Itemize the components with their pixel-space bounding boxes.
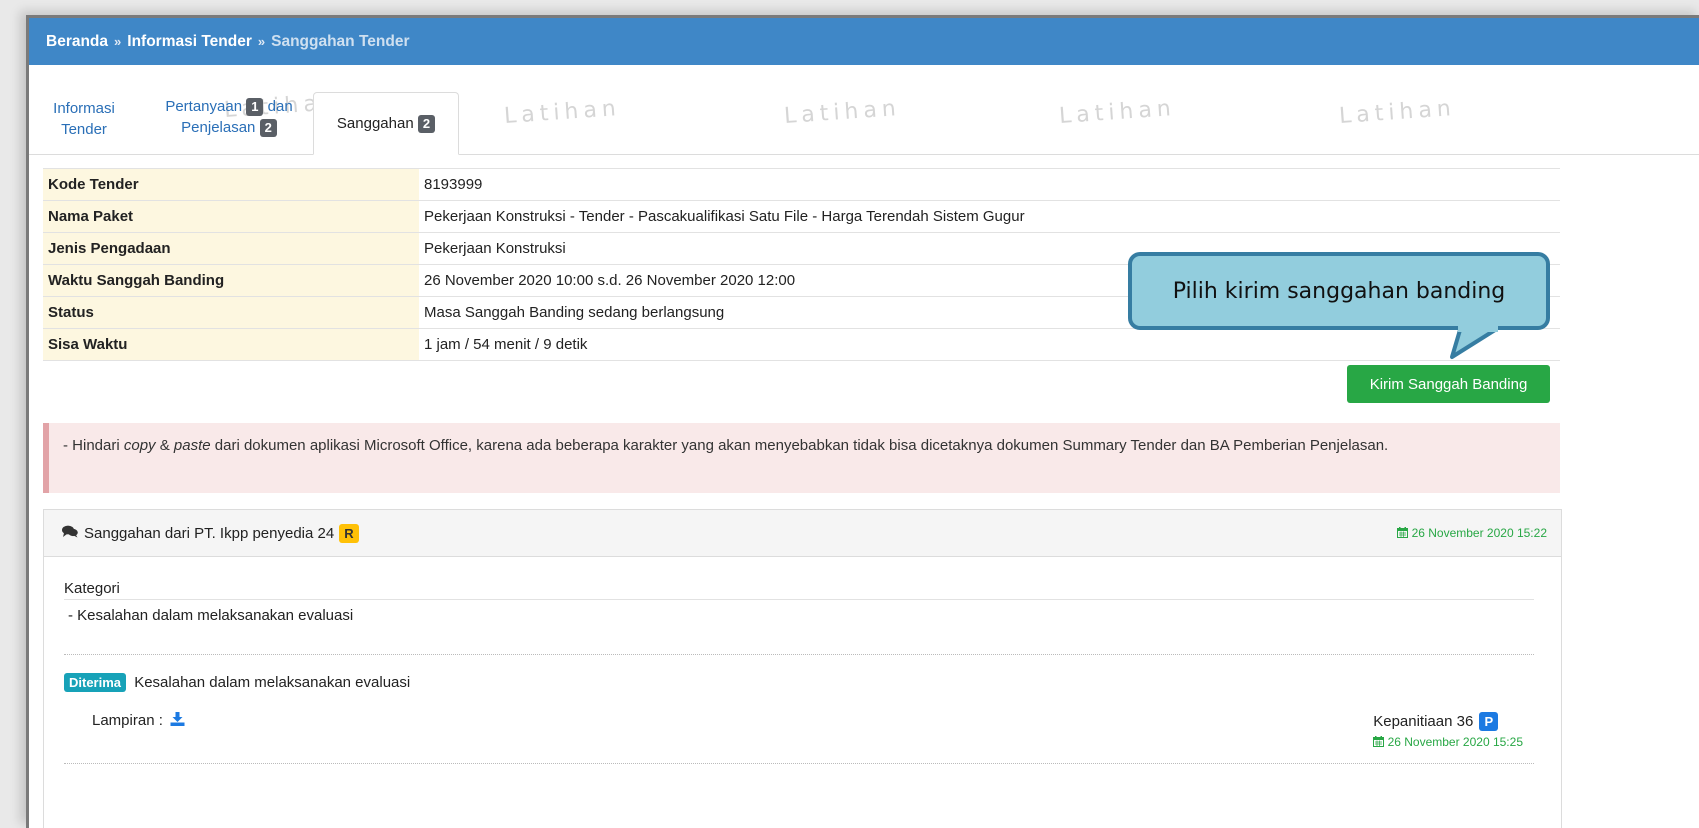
responder-name: Kepanitiaan 36 — [1373, 713, 1474, 730]
tab-pertanyaan-penjelasan[interactable]: Pertanyaan 1 dan Penjelasan 2 — [149, 96, 309, 138]
date-text: 26 November 2020 15:22 — [1411, 526, 1547, 540]
watermark: Latihan — [503, 95, 622, 130]
row-value: 1 jam / 54 menit / 9 detik — [419, 328, 1560, 361]
breadcrumb-home[interactable]: Beranda — [46, 33, 108, 51]
browser-window: Beranda » Informasi Tender » Sanggahan T… — [26, 15, 1699, 828]
status-text: Kesalahan dalam melaksanakan evaluasi — [134, 674, 411, 691]
alert-text: paste — [173, 437, 211, 454]
kategori-item: - Kesalahan dalam melaksanakan evaluasi — [68, 607, 354, 624]
calendar-icon — [1373, 735, 1385, 750]
download-icon[interactable] — [170, 712, 185, 730]
alert-text: & — [155, 437, 174, 454]
table-row: Sisa Waktu 1 jam / 54 menit / 9 detik — [43, 328, 1560, 361]
row-label: Sisa Waktu — [43, 328, 419, 361]
alert-text: dari dokumen aplikasi Microsoft Office, … — [210, 437, 1389, 454]
tab-label: Pertanyaan — [165, 98, 243, 115]
count-badge: 1 — [246, 98, 264, 116]
tab-sanggahan[interactable]: Sanggahan 2 — [313, 92, 459, 155]
breadcrumb-separator: » — [257, 34, 266, 49]
tab-label: dan — [267, 98, 293, 115]
row-label: Kode Tender — [43, 168, 419, 201]
row-label: Jenis Pengadaan — [43, 232, 419, 265]
breadcrumb-separator: » — [114, 34, 122, 49]
breadcrumb: Beranda » Informasi Tender » Sanggahan T… — [29, 18, 1699, 65]
lampiran: Lampiran : — [92, 712, 185, 730]
tab-label: Tender — [61, 121, 107, 138]
alert-text: copy — [123, 437, 156, 454]
instruction-callout: Pilih kirim sanggahan banding — [1128, 252, 1550, 330]
table-row: Nama Paket Pekerjaan Konstruksi - Tender… — [43, 200, 1560, 233]
watermark: Latihan — [1338, 95, 1457, 130]
watermark: Latihan — [783, 95, 902, 130]
sanggahan-panel: Sanggahan dari PT. Ikpp penyedia 24 R 26… — [43, 509, 1562, 828]
role-badge: R — [339, 523, 359, 543]
watermark: Latihan — [1058, 95, 1177, 130]
alert-text: - Hindari — [63, 437, 124, 454]
tab-informasi-tender[interactable]: Informasi Tender — [44, 98, 124, 140]
panel-date: 26 November 2020 15:22 — [1397, 526, 1547, 541]
tab-bar: Latihan Latihan Latihan Latihan Latihan … — [29, 90, 1699, 155]
responder-info: Kepanitiaan 36 P 26 November 2020 15:25 — [1373, 712, 1523, 750]
breadcrumb-current: Sanggahan Tender — [271, 32, 410, 50]
row-value: 8193999 — [419, 168, 1560, 201]
table-row: Kode Tender 8193999 — [43, 168, 1560, 201]
panel-title: Sanggahan dari PT. Ikpp penyedia 24 — [84, 524, 335, 542]
divider — [64, 654, 1534, 655]
calendar-icon — [1397, 526, 1409, 541]
divider — [64, 763, 1534, 764]
role-badge: P — [1479, 712, 1499, 731]
breadcrumb-info-tender[interactable]: Informasi Tender — [127, 33, 252, 51]
count-badge: 2 — [259, 119, 277, 137]
row-label: Nama Paket — [43, 200, 419, 233]
warning-alert: - Hindari copy & paste dari dokumen apli… — [43, 423, 1560, 493]
response-status: Diterima Kesalahan dalam melaksanakan ev… — [64, 673, 410, 692]
row-label: Waktu Sanggah Banding — [43, 264, 419, 297]
kirim-sanggah-banding-button[interactable]: Kirim Sanggah Banding — [1347, 365, 1550, 403]
row-value: Pekerjaan Konstruksi - Tender - Pascakua… — [419, 200, 1560, 233]
lampiran-label: Lampiran : — [92, 712, 163, 729]
tab-label: Informasi — [53, 100, 115, 117]
panel-header: Sanggahan dari PT. Ikpp penyedia 24 R 26… — [44, 510, 1561, 557]
response-date: 26 November 2020 15:25 — [1373, 735, 1523, 750]
kategori-label: Kategori — [64, 580, 1534, 600]
date-text: 26 November 2020 15:25 — [1387, 735, 1523, 749]
row-label: Status — [43, 296, 419, 329]
tab-label: Sanggahan — [336, 115, 414, 132]
comments-icon — [62, 525, 78, 542]
tab-label: Penjelasan — [181, 119, 256, 136]
count-badge: 2 — [417, 115, 436, 133]
status-badge: Diterima — [64, 673, 127, 692]
